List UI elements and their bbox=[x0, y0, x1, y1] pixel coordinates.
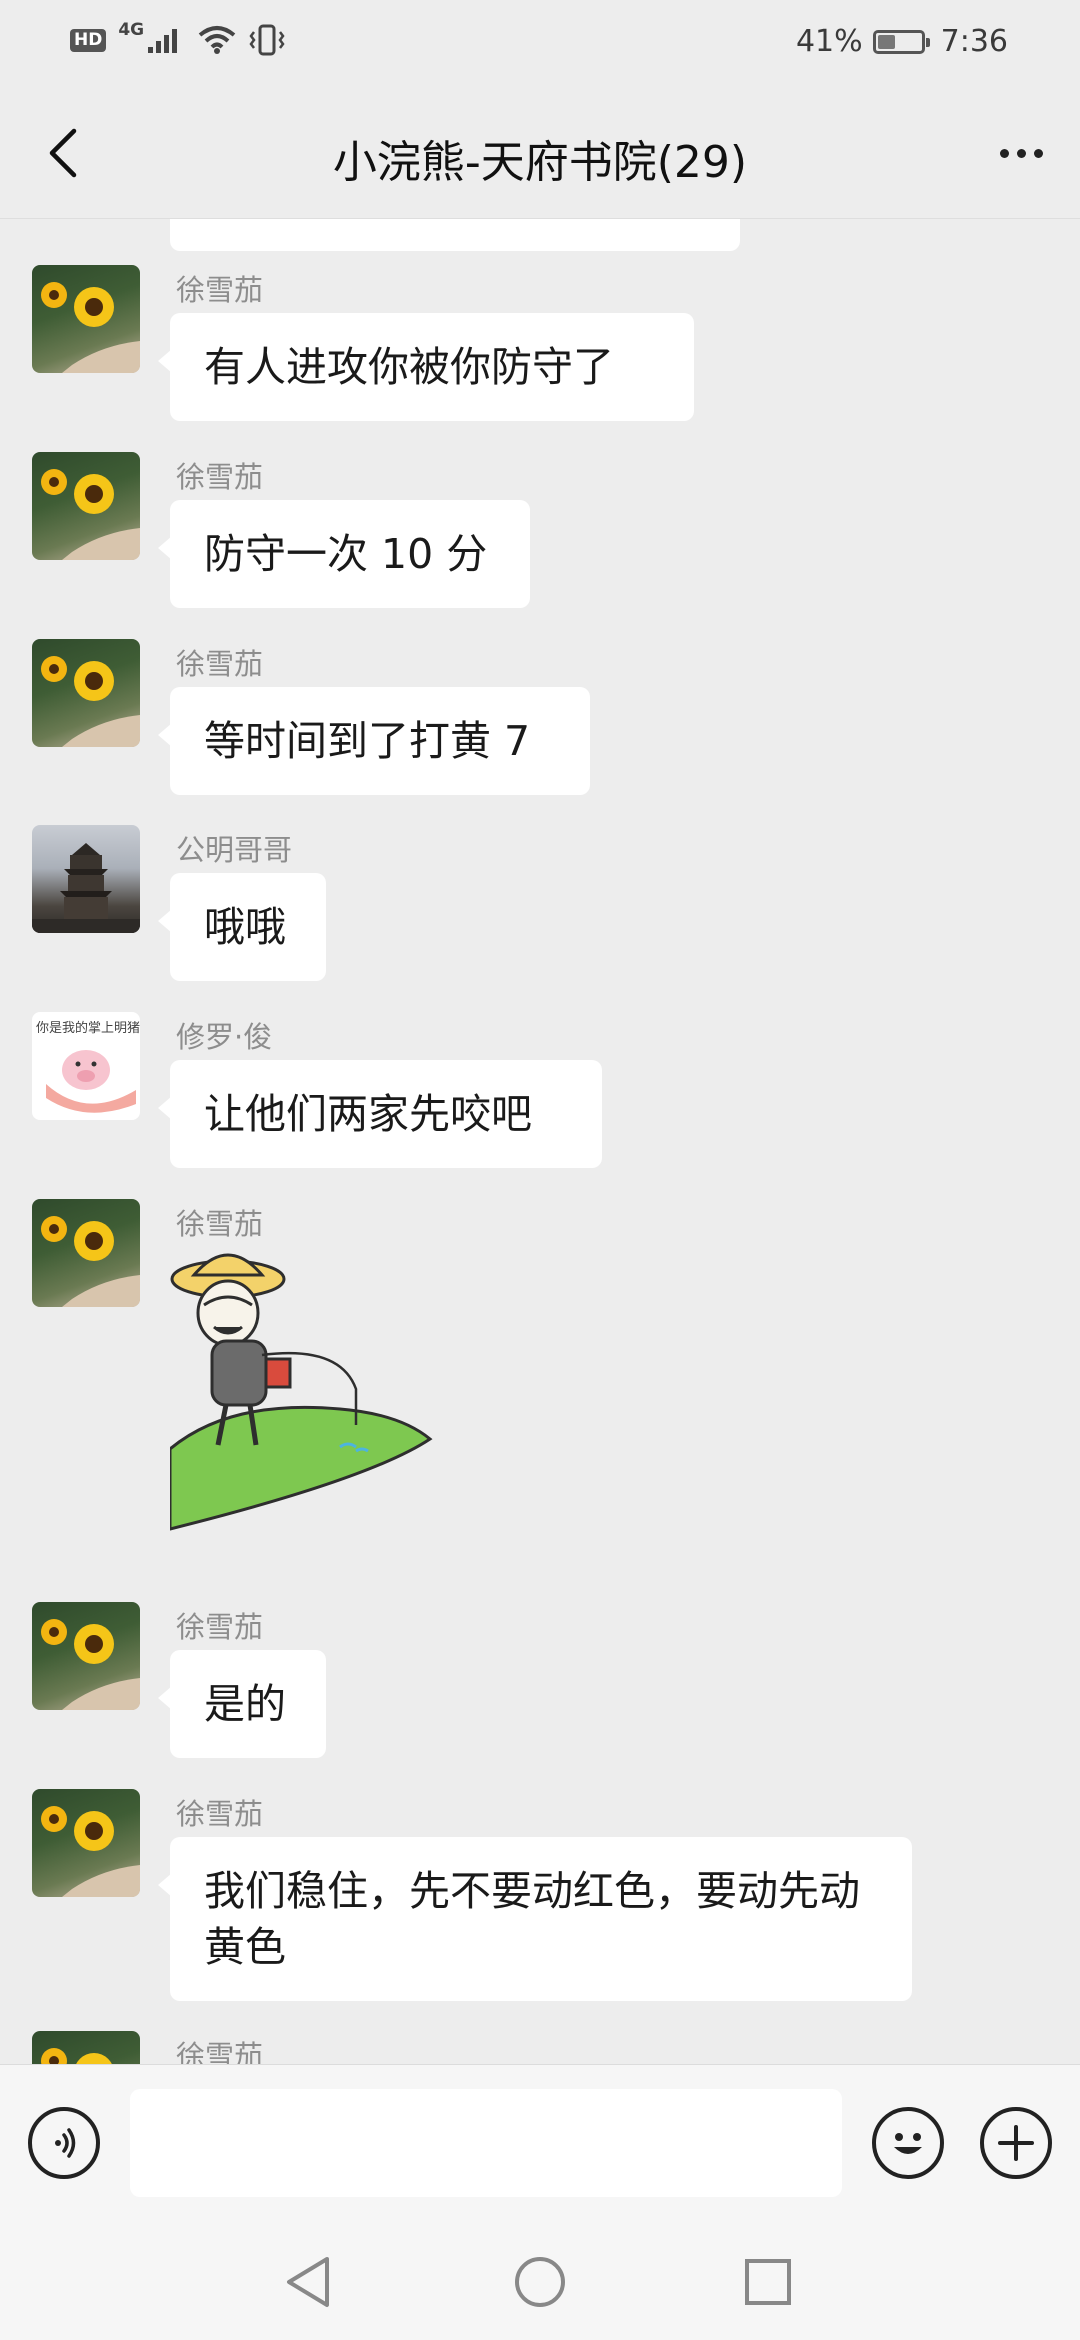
sunflower-avatar-icon bbox=[41, 1216, 140, 1307]
nav-back-button[interactable] bbox=[278, 2252, 338, 2312]
nav-recents-icon bbox=[745, 2259, 791, 2305]
more-dot bbox=[1016, 148, 1026, 158]
message-bubble[interactable]: 哦哦 bbox=[158, 873, 326, 981]
sender-name: 徐雪茄 bbox=[176, 1797, 264, 1831]
emoji-button[interactable] bbox=[872, 2107, 944, 2179]
nav-home-icon bbox=[515, 2257, 565, 2307]
sunflower-avatar-icon bbox=[41, 2048, 112, 2064]
message-bubble[interactable]: 防守一次 10 分 bbox=[158, 500, 530, 608]
avatar[interactable]: 你是我的掌上明猪 bbox=[32, 1012, 140, 1120]
plus-button[interactable] bbox=[980, 2107, 1052, 2179]
sunflower-avatar-icon bbox=[41, 1806, 140, 1897]
avatar[interactable] bbox=[32, 639, 140, 747]
sender-name: 徐雪茄 bbox=[176, 1207, 264, 1241]
sunflower-avatar-icon bbox=[41, 1619, 140, 1710]
avatar[interactable] bbox=[32, 265, 140, 373]
fishing-meme-sticker[interactable] bbox=[170, 1249, 490, 1549]
signal-icon bbox=[148, 29, 178, 53]
clock: 7:36 bbox=[940, 24, 1008, 59]
vibrate-icon bbox=[249, 24, 285, 56]
avatar[interactable] bbox=[32, 825, 140, 933]
emoji-icon bbox=[894, 2133, 922, 2154]
system-nav-bar bbox=[0, 2224, 1080, 2340]
nav-back-icon bbox=[287, 2257, 329, 2307]
sunflower-avatar-icon bbox=[41, 469, 140, 560]
battery-percent: 41% bbox=[795, 24, 863, 59]
wifi-icon bbox=[198, 26, 236, 54]
message-bubble[interactable]: 有人进攻你被你防守了 bbox=[158, 313, 694, 421]
title-bar: 小浣熊-天府书院(29) bbox=[0, 88, 1080, 219]
avatar[interactable] bbox=[32, 1602, 140, 1710]
sender-name: 徐雪茄 bbox=[176, 273, 264, 307]
voice-button[interactable] bbox=[28, 2107, 100, 2179]
previous-message-bubble[interactable] bbox=[170, 219, 740, 251]
message-bubble[interactable]: 是的 bbox=[158, 1650, 326, 1758]
chat-title: 小浣熊-天府书院(29) bbox=[332, 137, 748, 188]
sender-name: 公明哥哥 bbox=[176, 833, 293, 867]
nav-home-button[interactable] bbox=[510, 2252, 570, 2312]
pig-avatar-icon: 你是我的掌上明猪 bbox=[36, 1020, 140, 1113]
message-bubble[interactable]: 让他们两家先咬吧 bbox=[158, 1060, 602, 1168]
message-bubble[interactable]: 等时间到了打黄 7 bbox=[158, 687, 590, 795]
tower-avatar-icon bbox=[32, 843, 140, 933]
plus-icon bbox=[998, 2125, 1034, 2161]
nav-recents-button[interactable] bbox=[738, 2252, 798, 2312]
hd-badge: HD bbox=[70, 28, 107, 52]
message-input[interactable] bbox=[130, 2089, 842, 2197]
sunflower-avatar-icon bbox=[41, 282, 140, 373]
chat-area[interactable]: 徐雪茄 有人进攻你被你防守了 徐雪茄 防守一次 10 分 徐雪茄 等时间到了打黄… bbox=[0, 219, 1080, 2064]
network-label: 4G bbox=[118, 20, 145, 40]
avatar[interactable] bbox=[32, 1199, 140, 1307]
status-left: HD 4G bbox=[70, 20, 286, 56]
pig-avatar-caption: 你是我的掌上明猪 bbox=[36, 1020, 140, 1036]
more-dot bbox=[999, 148, 1009, 158]
message-bubble[interactable]: 我们稳住，先不要动红色，要动先动黄色 bbox=[158, 1837, 912, 2001]
sender-name: 修罗·俊 bbox=[176, 1020, 273, 1054]
sunflower-avatar-icon bbox=[41, 656, 140, 747]
battery-icon bbox=[872, 29, 930, 54]
more-button[interactable] bbox=[986, 118, 1056, 188]
sender-name: 徐雪茄 bbox=[176, 1610, 264, 1644]
chat-screen: HD 4G 41% 7:36 小浣熊-天府书院(29) 徐雪茄 有人进攻你被你防… bbox=[0, 0, 1080, 2340]
status-bar: HD 4G 41% 7:36 bbox=[0, 0, 1080, 88]
voice-icon bbox=[55, 2128, 76, 2158]
status-right: 41% 7:36 bbox=[796, 24, 1008, 59]
sender-name: 徐雪茄 bbox=[176, 460, 264, 494]
sender-name: 徐雪茄 bbox=[176, 647, 264, 681]
battery-fill bbox=[877, 34, 895, 49]
more-dot bbox=[1033, 148, 1043, 158]
sender-name: 徐雪茄 bbox=[176, 2039, 264, 2064]
avatar[interactable] bbox=[32, 2031, 140, 2064]
avatar[interactable] bbox=[32, 452, 140, 560]
avatar[interactable] bbox=[32, 1789, 140, 1897]
input-bar bbox=[0, 2064, 1080, 2225]
